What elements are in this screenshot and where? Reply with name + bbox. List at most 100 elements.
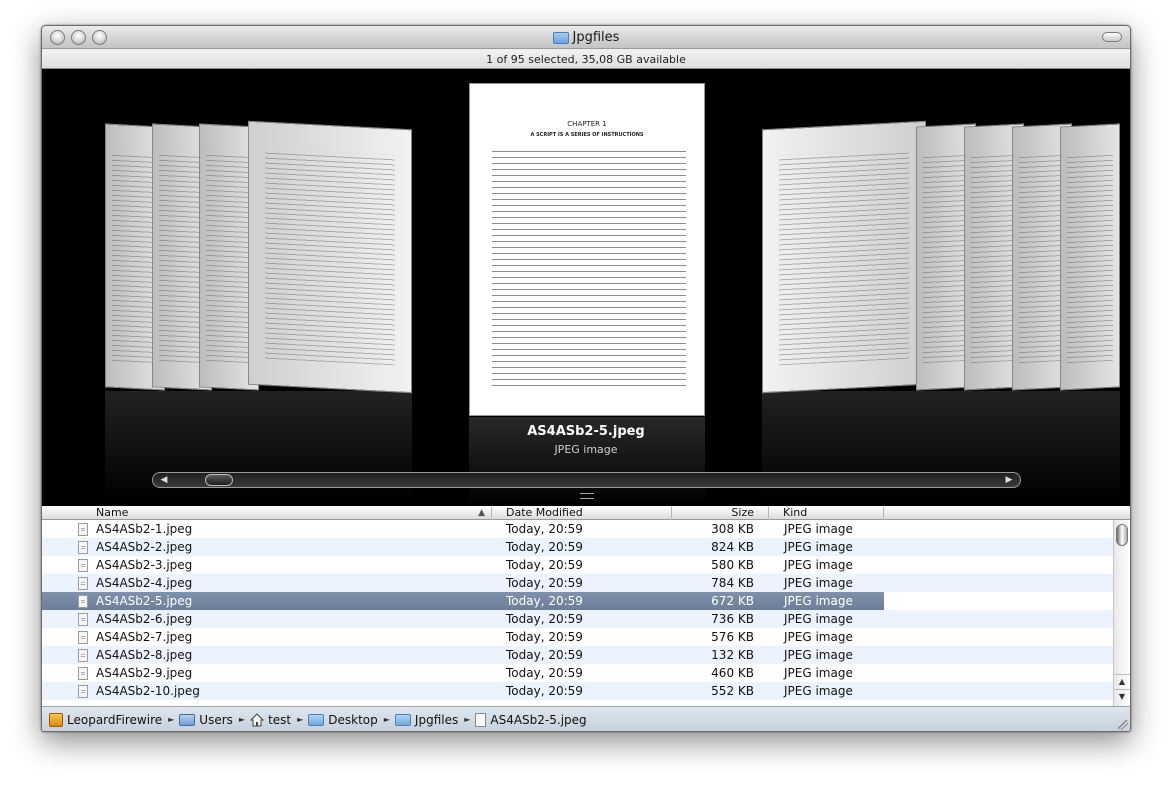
- users-folder-icon: [179, 713, 196, 726]
- jpeg-file-icon: [78, 577, 88, 590]
- finder-window: Jpgfiles 1 of 95 selected, 35,08 GB avai…: [41, 25, 1131, 732]
- chevron-right-icon: ►: [168, 715, 175, 724]
- file-date: Today, 20:59: [506, 558, 583, 572]
- file-name: AS4ASb2-1.jpeg: [96, 522, 193, 536]
- scroll-left-arrow-icon[interactable]: ◀: [155, 473, 173, 487]
- file-date: Today, 20:59: [506, 594, 583, 608]
- cover-page-left-1[interactable]: [248, 120, 412, 394]
- home-icon: [249, 712, 265, 727]
- file-kind: JPEG image: [784, 540, 853, 554]
- file-kind: JPEG image: [784, 648, 853, 662]
- jpeg-file-icon: [78, 667, 88, 680]
- file-kind: JPEG image: [784, 558, 853, 572]
- folder-icon: [394, 713, 411, 726]
- column-header-size[interactable]: Size: [672, 506, 769, 520]
- file-size: 576 KB: [711, 630, 754, 644]
- file-date: Today, 20:59: [506, 648, 583, 662]
- path-item-volume[interactable]: LeopardFirewire: [49, 712, 163, 727]
- table-row[interactable]: AS4ASb2-8.jpeg Today, 20:59 132 KB JPEG …: [42, 646, 1115, 664]
- window-title-wrap: Jpgfiles: [42, 26, 1130, 49]
- cover-flow-file-name: AS4ASb2-5.jpeg: [527, 424, 645, 439]
- path-label: Jpgfiles: [414, 712, 459, 727]
- jpeg-file-icon: [475, 712, 487, 727]
- path-item-users[interactable]: Users: [179, 713, 233, 727]
- list-header: Name ▲ Date Modified Size Kind: [42, 506, 1130, 520]
- list-scroll-thumb[interactable]: [1116, 524, 1128, 546]
- jpeg-file-icon: [78, 685, 88, 698]
- file-size: 132 KB: [711, 648, 754, 662]
- column-header-name[interactable]: Name ▲: [42, 506, 492, 520]
- file-size: 308 KB: [711, 522, 754, 536]
- cover-page-selected[interactable]: CHAPTER 1 A SCRIPT IS A SERIES OF INSTRU…: [469, 83, 705, 416]
- file-size: 552 KB: [711, 684, 754, 698]
- table-row-selected[interactable]: AS4ASb2-5.jpeg Today, 20:59 672 KB JPEG …: [42, 592, 1115, 610]
- jpeg-file-icon: [78, 649, 88, 662]
- table-row[interactable]: AS4ASb2-9.jpeg Today, 20:59 460 KB JPEG …: [42, 664, 1115, 682]
- scroll-right-arrow-icon[interactable]: ▶: [1000, 473, 1018, 487]
- jpeg-file-icon: [78, 595, 88, 608]
- cover-flow-scroll-thumb[interactable]: [205, 474, 233, 486]
- file-name: AS4ASb2-4.jpeg: [96, 576, 193, 590]
- path-label: LeopardFirewire: [67, 712, 163, 727]
- list-vertical-scrollbar[interactable]: ▲ ▼: [1113, 520, 1130, 706]
- table-row[interactable]: AS4ASb2-7.jpeg Today, 20:59 576 KB JPEG …: [42, 628, 1115, 646]
- title-bar[interactable]: Jpgfiles: [42, 26, 1130, 49]
- cover-flow-view[interactable]: CHAPTER 1 A SCRIPT IS A SERIES OF INSTRU…: [42, 69, 1130, 506]
- path-item-file[interactable]: AS4ASb2-5.jpeg: [475, 712, 587, 727]
- chevron-right-icon: ►: [464, 715, 471, 724]
- page-chapter-heading: CHAPTER 1: [567, 120, 607, 128]
- cover-page-right-5[interactable]: [1060, 123, 1120, 391]
- path-item-home[interactable]: test: [249, 712, 292, 727]
- file-date: Today, 20:59: [506, 666, 583, 680]
- selection-highlight: AS4ASb2-5.jpeg Today, 20:59 672 KB JPEG …: [42, 592, 884, 610]
- chevron-right-icon: ►: [238, 715, 246, 724]
- toolbar-toggle-button[interactable]: [1102, 32, 1122, 42]
- file-date: Today, 20:59: [506, 576, 583, 590]
- path-item-jpgfiles[interactable]: Jpgfiles: [394, 712, 459, 727]
- file-kind: JPEG image: [784, 594, 853, 608]
- page-subtitle: A SCRIPT IS A SERIES OF INSTRUCTIONS: [530, 132, 644, 138]
- file-name: AS4ASb2-8.jpeg: [96, 648, 193, 662]
- scroll-up-arrow-icon[interactable]: ▲: [1114, 674, 1130, 688]
- file-kind: JPEG image: [784, 576, 853, 590]
- scroll-down-arrow-icon[interactable]: ▼: [1114, 689, 1130, 703]
- file-name: AS4ASb2-2.jpeg: [96, 540, 193, 554]
- window-title: Jpgfiles: [572, 30, 620, 45]
- path-item-desktop[interactable]: Desktop: [308, 713, 378, 727]
- path-label: test: [268, 712, 292, 727]
- chevron-right-icon: ►: [297, 715, 304, 724]
- table-row[interactable]: AS4ASb2-2.jpeg Today, 20:59 824 KB JPEG …: [42, 538, 1115, 556]
- file-date: Today, 20:59: [506, 522, 583, 536]
- sort-ascending-icon: ▲: [478, 508, 485, 518]
- table-row[interactable]: AS4ASb2-1.jpeg Today, 20:59 308 KB JPEG …: [42, 520, 1115, 538]
- file-size: 460 KB: [711, 666, 754, 680]
- file-name: AS4ASb2-10.jpeg: [96, 684, 200, 698]
- desktop-folder-icon: [308, 713, 325, 726]
- cover-page-right-1[interactable]: [762, 120, 926, 394]
- jpeg-file-icon: [78, 559, 88, 572]
- file-kind: JPEG image: [784, 522, 853, 536]
- file-date: Today, 20:59: [506, 612, 583, 626]
- window-resize-grip[interactable]: [1118, 720, 1128, 730]
- file-list[interactable]: AS4ASb2-1.jpeg Today, 20:59 308 KB JPEG …: [42, 520, 1115, 706]
- table-row[interactable]: AS4ASb2-3.jpeg Today, 20:59 580 KB JPEG …: [42, 556, 1115, 574]
- table-row[interactable]: AS4ASb2-4.jpeg Today, 20:59 784 KB JPEG …: [42, 574, 1115, 592]
- jpeg-file-icon: [78, 541, 88, 554]
- column-header-date[interactable]: Date Modified: [492, 506, 672, 520]
- file-size: 736 KB: [711, 612, 754, 626]
- file-name: AS4ASb2-5.jpeg: [96, 594, 193, 608]
- file-name: AS4ASb2-3.jpeg: [96, 558, 193, 572]
- column-header-kind[interactable]: Kind: [769, 506, 884, 520]
- path-label: Desktop: [328, 712, 378, 727]
- cover-flow-scrollbar[interactable]: ◀ ▶: [152, 472, 1021, 488]
- file-kind: JPEG image: [784, 666, 853, 680]
- status-text: 1 of 95 selected, 35,08 GB available: [42, 50, 1130, 69]
- table-row[interactable]: AS4ASb2-10.jpeg Today, 20:59 552 KB JPEG…: [42, 682, 1115, 700]
- file-size: 824 KB: [711, 540, 754, 554]
- file-date: Today, 20:59: [506, 540, 583, 554]
- chevron-right-icon: ►: [383, 715, 390, 724]
- file-kind: JPEG image: [784, 630, 853, 644]
- path-label: Users: [199, 712, 233, 727]
- table-row[interactable]: AS4ASb2-6.jpeg Today, 20:59 736 KB JPEG …: [42, 610, 1115, 628]
- split-resize-handle[interactable]: [580, 493, 594, 499]
